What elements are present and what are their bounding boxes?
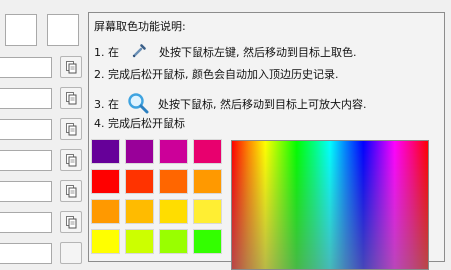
copy-button-4[interactable] <box>60 149 82 171</box>
step1-suffix: 处按下鼠标左键, 然后移动到目标上取色. <box>159 46 357 59</box>
copy-button-3[interactable] <box>60 118 82 140</box>
step3-suffix: 处按下鼠标, 然后移动到目标上可放大内容. <box>158 98 367 111</box>
instruction-step-2: 2. 完成后松开鼠标, 颜色会自动加入顶边历史记录. <box>94 68 339 81</box>
copy-button-5[interactable] <box>60 180 82 202</box>
copy-icon <box>66 154 77 167</box>
step3-prefix: 3. 在 <box>94 98 119 111</box>
copy-icon <box>66 92 77 105</box>
copy-icon <box>66 216 77 229</box>
palette-swatch[interactable] <box>91 229 120 254</box>
palette-swatch[interactable] <box>193 139 222 164</box>
copy-icon <box>66 185 77 198</box>
palette-swatch[interactable] <box>91 169 120 194</box>
color-value-field-7[interactable] <box>0 243 52 264</box>
palette-swatch[interactable] <box>193 229 222 254</box>
color-spectrum-picker[interactable] <box>231 140 429 270</box>
palette-swatch[interactable] <box>125 199 154 224</box>
copy-button-7[interactable] <box>60 242 82 264</box>
palette-swatch[interactable] <box>159 229 188 254</box>
color-value-field-5[interactable] <box>0 181 52 202</box>
copy-icon <box>66 61 77 74</box>
palette-swatch[interactable] <box>193 169 222 194</box>
palette-swatch[interactable] <box>193 199 222 224</box>
instruction-step-3: 3. 在 处按下鼠标, 然后移动到目标上可放大内容. <box>94 92 367 118</box>
color-value-field-2[interactable] <box>0 88 52 109</box>
instructions-title: 屏幕取色功能说明: <box>94 20 186 33</box>
color-picker-panel: 屏幕取色功能说明: 1. 在 处按下鼠标左键, 然后移动到目标上取色. 2. 完… <box>88 12 445 270</box>
palette-swatch[interactable] <box>91 199 120 224</box>
copy-icon <box>66 123 77 136</box>
palette-swatch[interactable] <box>159 169 188 194</box>
color-value-field-3[interactable] <box>0 119 52 140</box>
instruction-step-1: 1. 在 处按下鼠标左键, 然后移动到目标上取色. <box>94 43 357 63</box>
palette-swatch[interactable] <box>125 139 154 164</box>
previous-color-swatch <box>47 14 79 46</box>
current-color-swatch <box>5 14 37 46</box>
color-value-field-1[interactable] <box>0 57 52 78</box>
palette-swatch[interactable] <box>91 139 120 164</box>
magnifier-icon[interactable] <box>127 92 149 118</box>
palette-swatch[interactable] <box>159 139 188 164</box>
palette-swatch[interactable] <box>125 169 154 194</box>
copy-button-1[interactable] <box>60 56 82 78</box>
copy-button-6[interactable] <box>60 211 82 233</box>
palette-swatch[interactable] <box>159 199 188 224</box>
instruction-step-4: 4. 完成后松开鼠标 <box>94 117 185 130</box>
color-value-field-4[interactable] <box>0 150 52 171</box>
copy-button-2[interactable] <box>60 87 82 109</box>
eyedropper-icon[interactable] <box>131 43 147 63</box>
step1-prefix: 1. 在 <box>94 46 119 59</box>
palette-swatch[interactable] <box>125 229 154 254</box>
preset-palette <box>91 139 227 263</box>
color-value-field-6[interactable] <box>0 212 52 233</box>
